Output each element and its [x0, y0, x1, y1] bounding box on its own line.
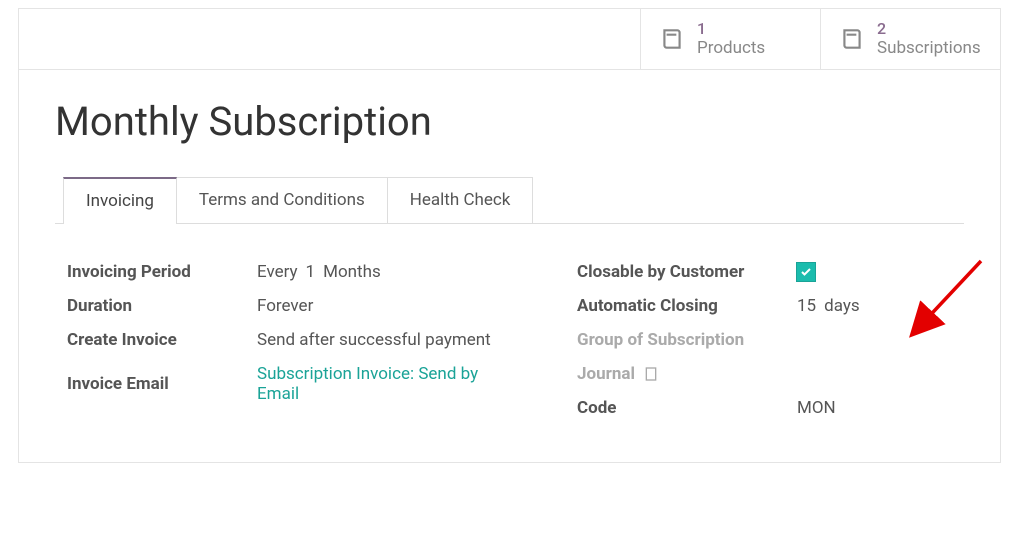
- closable-label: Closable by Customer: [577, 262, 797, 282]
- page-title: Monthly Subscription: [55, 98, 964, 145]
- closable-row: Closable by Customer: [577, 262, 952, 282]
- duration-label: Duration: [67, 296, 257, 316]
- code-value: MON: [797, 398, 836, 418]
- closable-value: [797, 263, 815, 281]
- duration-row: Duration Forever: [67, 296, 517, 316]
- subscriptions-label: Subscriptions: [877, 38, 981, 58]
- auto-closing-row: Automatic Closing 15 days: [577, 296, 952, 316]
- auto-closing-label: Automatic Closing: [577, 296, 797, 316]
- products-label: Products: [697, 38, 765, 58]
- subscriptions-stat-button[interactable]: 2 Subscriptions: [820, 9, 1000, 69]
- closable-checkbox[interactable]: [797, 263, 815, 281]
- code-row: Code MON: [577, 398, 952, 418]
- duration-value: Forever: [257, 296, 313, 316]
- tabs: Invoicing Terms and Conditions Health Ch…: [63, 177, 964, 223]
- stat-text: 2 Subscriptions: [877, 19, 981, 59]
- book-icon: [659, 26, 685, 52]
- invoicing-period-row: Invoicing Period Every 1 Months: [67, 262, 517, 282]
- auto-closing-value: 15 days: [797, 296, 860, 316]
- invoicing-period-label: Invoicing Period: [67, 262, 257, 282]
- create-invoice-value: Send after successful payment: [257, 330, 491, 350]
- invoicing-period-value: Every 1 Months: [257, 262, 381, 282]
- form-body: Monthly Subscription Invoicing Terms and…: [19, 70, 1000, 462]
- journal-label: Journal: [577, 364, 635, 384]
- products-count: 1: [697, 19, 765, 38]
- invoice-email-label: Invoice Email: [67, 374, 257, 394]
- group-label: Group of Subscription: [577, 330, 797, 350]
- invoicing-period-prefix: Every: [257, 262, 298, 282]
- tab-panel-invoicing: Invoicing Period Every 1 Months Duration…: [55, 223, 964, 432]
- tab-invoicing[interactable]: Invoicing: [63, 177, 177, 223]
- invoice-email-row: Invoice Email Subscription Invoice: Send…: [67, 364, 517, 404]
- invoice-email-link[interactable]: Subscription Invoice: Send by Email: [257, 364, 517, 404]
- book-icon: [839, 26, 865, 52]
- auto-closing-number: 15: [797, 296, 816, 316]
- left-column: Invoicing Period Every 1 Months Duration…: [67, 262, 517, 432]
- invoicing-period-number: 1: [306, 262, 316, 282]
- building-icon: [643, 366, 659, 382]
- products-stat-button[interactable]: 1 Products: [640, 9, 820, 69]
- code-label: Code: [577, 398, 797, 418]
- check-icon: [800, 266, 812, 278]
- create-invoice-label: Create Invoice: [67, 330, 257, 350]
- journal-row: Journal: [577, 364, 952, 384]
- journal-label-wrap: Journal: [577, 364, 797, 384]
- subscriptions-count: 2: [877, 19, 981, 38]
- invoicing-period-unit: Months: [323, 262, 381, 282]
- right-column: Closable by Customer Automatic Closing 1…: [577, 262, 952, 432]
- stat-bar: 1 Products 2 Subscriptions: [19, 9, 1000, 70]
- stat-text: 1 Products: [697, 19, 765, 59]
- auto-closing-unit: days: [824, 296, 860, 316]
- group-row: Group of Subscription: [577, 330, 952, 350]
- form-container: 1 Products 2 Subscriptions Monthly Subsc…: [18, 8, 1001, 463]
- tab-terms[interactable]: Terms and Conditions: [176, 177, 388, 223]
- create-invoice-row: Create Invoice Send after successful pay…: [67, 330, 517, 350]
- tab-health[interactable]: Health Check: [387, 177, 534, 223]
